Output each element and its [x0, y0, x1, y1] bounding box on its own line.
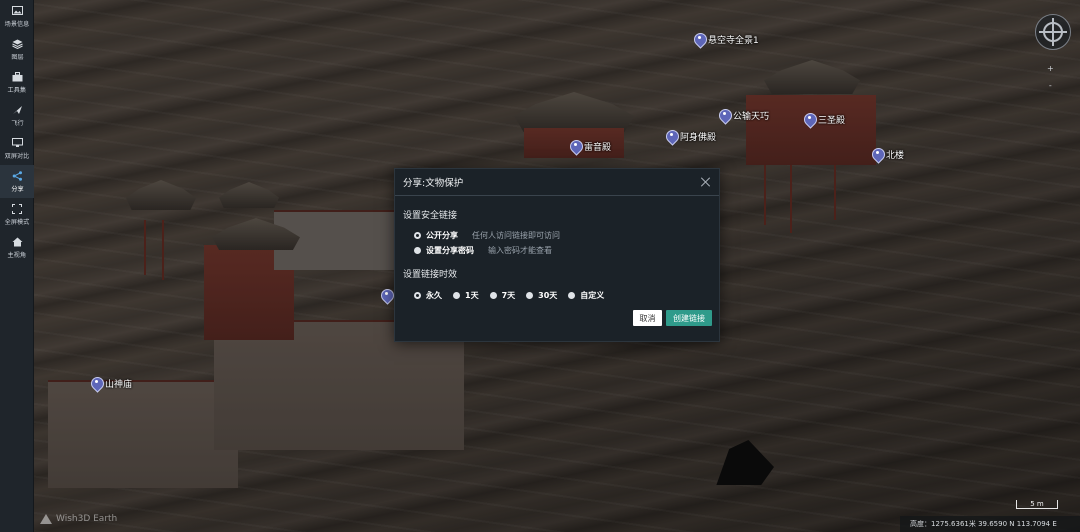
dialog-title: 分享:文物保护	[403, 178, 464, 189]
map-pin-icon	[570, 140, 581, 153]
close-icon[interactable]	[701, 177, 711, 187]
poi-label: 山神庙	[105, 380, 133, 390]
sidebar-item-layers[interactable]: 图层	[0, 33, 34, 66]
cancel-button[interactable]: 取消	[633, 310, 662, 326]
coordinate-readout: 高度：1275.6361米 39.6590 N 113.7094 E	[910, 520, 1057, 528]
poi-marker[interactable]: 悬空寺全景1	[694, 33, 759, 46]
plane-icon	[11, 104, 23, 115]
sidebar-item-label: 工具集	[7, 86, 27, 94]
map-pin-icon	[719, 109, 730, 122]
coordinate-status-bar: 高度：1275.6361米 39.6590 N 113.7094 E	[900, 516, 1080, 532]
poi-marker[interactable]: 北楼	[872, 148, 904, 161]
radio-public[interactable]	[414, 232, 421, 239]
sidebar-item-share[interactable]: 分享	[0, 165, 34, 198]
radio-validity[interactable]	[568, 292, 576, 299]
photo-icon	[11, 5, 23, 16]
radio-validity[interactable]	[489, 292, 497, 299]
validity-option-7day[interactable]: 7天	[489, 290, 516, 301]
poi-marker[interactable]: 阿身佛殿	[666, 130, 716, 143]
home-icon	[11, 236, 23, 247]
validity-option-permanent[interactable]: 永久	[414, 290, 442, 301]
validity-label: 自定义	[580, 291, 605, 300]
compass-control[interactable]	[1035, 14, 1071, 50]
monitor-icon	[11, 137, 23, 148]
validity-option-1day[interactable]: 1天	[453, 290, 479, 301]
public-share-option[interactable]: 公开分享 任何人访问链接即可访问	[414, 230, 560, 241]
security-section-title: 设置安全链接	[403, 211, 458, 221]
validity-label: 30天	[538, 291, 558, 300]
validity-label: 1天	[465, 291, 479, 300]
sidebar-item-toolbox[interactable]: 工具集	[0, 66, 34, 99]
poi-marker[interactable]: 山神庙	[91, 377, 132, 390]
validity-options: 永久 1天 7天 30天 自定义	[414, 290, 615, 301]
public-share-hint: 任何人访问链接即可访问	[472, 231, 560, 240]
poi-marker[interactable]: 三圣殿	[804, 113, 845, 126]
sidebar-item-flight[interactable]: 飞行	[0, 99, 34, 132]
validity-option-30day[interactable]: 30天	[526, 290, 557, 301]
sidebar-item-label: 图层	[10, 53, 24, 61]
sidebar-item-home-view[interactable]: 主视角	[0, 231, 34, 264]
compass-icon	[1039, 18, 1067, 46]
toolbox-icon	[11, 71, 23, 82]
password-share-option[interactable]: 设置分享密码 输入密码才能查看	[414, 245, 552, 256]
validity-label: 7天	[501, 291, 516, 300]
sidebar-item-label: 全屏模式	[4, 218, 30, 226]
password-share-hint: 输入密码才能查看	[488, 246, 552, 255]
sidebar-item-scene-info[interactable]: 场景信息	[0, 0, 34, 33]
sidebar-item-label: 分享	[10, 185, 24, 193]
dialog-header: 分享:文物保护	[395, 169, 719, 196]
zoom-control: + -	[1047, 64, 1054, 90]
password-share-label: 设置分享密码	[426, 246, 474, 255]
validity-label: 永久	[426, 291, 442, 300]
map-pin-icon	[872, 148, 883, 161]
poi-label: 北楼	[886, 151, 905, 161]
logo-text: Wish3D Earth	[56, 514, 118, 524]
sidebar-item-label: 双屏对比	[4, 152, 30, 160]
layers-icon	[11, 38, 23, 49]
validity-option-custom[interactable]: 自定义	[568, 290, 604, 301]
sidebar-item-label: 场景信息	[4, 20, 30, 28]
sidebar-item-fullscreen[interactable]: 全屏模式	[0, 198, 34, 231]
radio-validity[interactable]	[414, 292, 421, 299]
poi-label: 三圣殿	[818, 116, 846, 126]
zoom-in-button[interactable]: +	[1047, 64, 1054, 73]
radio-validity[interactable]	[453, 292, 460, 299]
fullscreen-icon	[11, 203, 23, 214]
map-pin-icon	[381, 289, 392, 302]
radio-validity[interactable]	[526, 292, 534, 299]
poi-marker[interactable]: 公输天巧	[719, 109, 769, 122]
poi-label: 悬空寺全景1	[708, 36, 759, 46]
scale-label: 5 m	[1030, 500, 1044, 508]
validity-section-title: 设置链接时效	[403, 270, 458, 280]
map-pin-icon	[694, 33, 705, 46]
logo-icon	[40, 514, 52, 524]
share-dialog: 分享:文物保护 设置安全链接 公开分享 任何人访问链接即可访问 设置分享密码 输…	[394, 168, 720, 342]
poi-label: 雷音殿	[584, 143, 612, 153]
brand-logo: Wish3D Earth	[40, 514, 117, 524]
poi-marker[interactable]	[381, 289, 395, 302]
sidebar-item-label: 主视角	[7, 251, 27, 259]
map-pin-icon	[804, 113, 815, 126]
create-link-button[interactable]: 创建链接	[666, 310, 712, 326]
poi-label: 阿身佛殿	[680, 133, 717, 143]
sidebar-item-label: 飞行	[10, 119, 24, 127]
left-sidebar: 场景信息 图层 工具集 飞行 双屏对比 分享 全屏模式 主视角	[0, 0, 34, 532]
map-pin-icon	[666, 130, 677, 143]
map-pin-icon	[91, 377, 102, 390]
poi-marker[interactable]: 雷音殿	[570, 140, 611, 153]
share-icon	[11, 170, 23, 181]
poi-label: 公输天巧	[733, 112, 770, 122]
zoom-out-button[interactable]: -	[1047, 81, 1054, 90]
radio-password[interactable]	[414, 247, 421, 254]
sidebar-item-dual-screen[interactable]: 双屏对比	[0, 132, 34, 165]
scale-bar: 5 m	[1016, 500, 1058, 509]
public-share-label: 公开分享	[426, 231, 458, 240]
